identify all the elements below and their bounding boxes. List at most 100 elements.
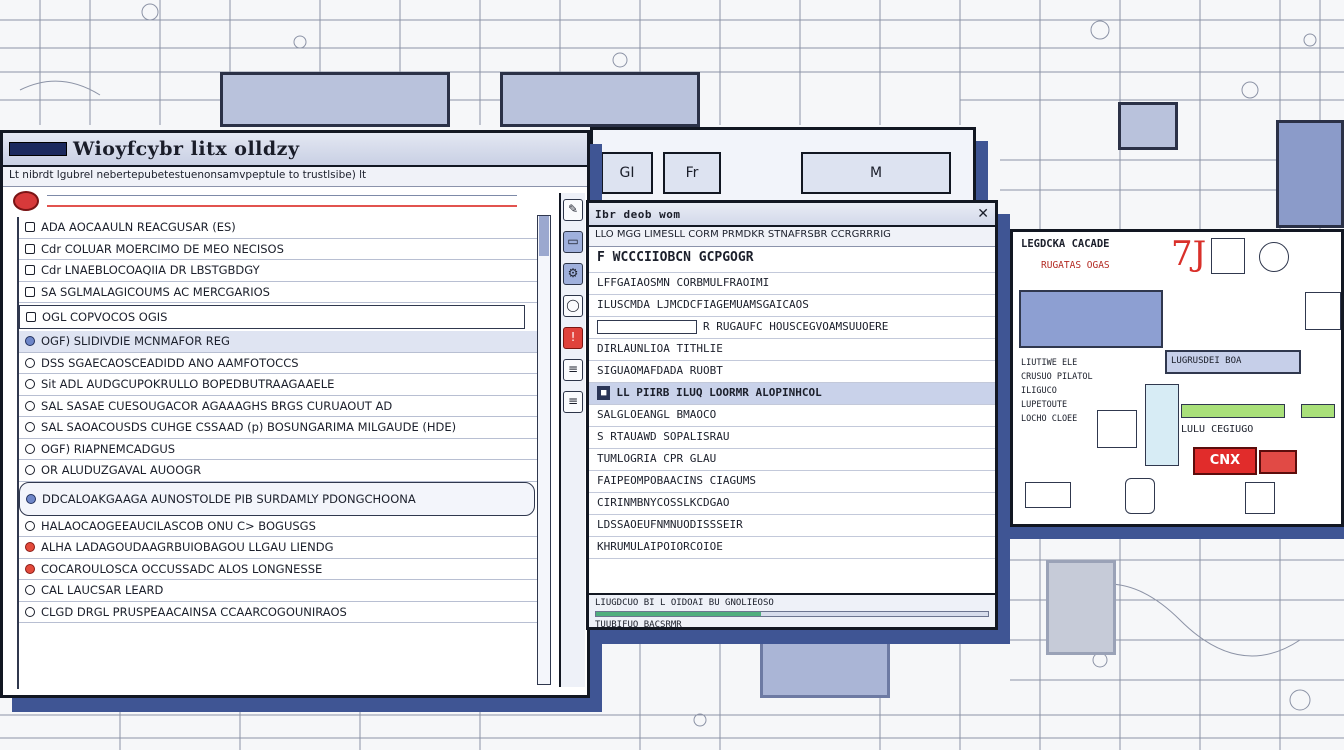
detail-row[interactable]: SALGLOEANGL BMAOCO	[589, 405, 995, 427]
list-item-label: OGF) RIAPNEMCADGUS	[41, 441, 176, 456]
thumbnail-label: Fr	[685, 165, 699, 181]
list-item-label: OR ALUDUZGAVAL AUOOGR	[41, 463, 202, 478]
detail-row[interactable]: SIGUAOMAFDADA RUOBT	[589, 361, 995, 383]
toggle-button[interactable]	[1025, 482, 1071, 508]
scrollbar-thumb[interactable]	[539, 216, 549, 256]
background-image-pane	[220, 72, 450, 127]
detail-row[interactable]: LDSSAOEUFNMNUODISSSEIR	[589, 515, 995, 537]
settings-panel[interactable]: LUGRUSDEI BOA	[1165, 350, 1301, 374]
list-item[interactable]: ILIGUCO	[1021, 384, 1133, 398]
chart-thumbnail[interactable]	[1097, 410, 1137, 448]
main-titlebar[interactable]: Wioyfcybr litx olldzy	[3, 133, 587, 167]
status-bar: LIUGDCUO BI L OIDOAI BU GNOLIEOSO TUUBIF…	[589, 593, 995, 630]
pen-icon[interactable]	[1125, 478, 1155, 514]
list-item[interactable]: ADA AOCAAULN REACGUSAR (ES)	[19, 217, 545, 239]
list-item[interactable]: OGL COPVOCOS OGIS	[19, 305, 525, 329]
device-icon[interactable]	[1245, 482, 1275, 514]
list-icon[interactable]: ≡	[563, 359, 583, 381]
menu-bar[interactable]: Lt nibrdt lgubrel nebertepubetestuenonsa…	[3, 167, 587, 187]
chart-thumbnail[interactable]	[1145, 384, 1179, 466]
list-item[interactable]: DSS SGAECAOSCEADIDD ANO AAMFOTOCCS	[19, 353, 545, 374]
list-item[interactable]: CRUSUO PILATOL	[1021, 370, 1133, 384]
list-item-label: CAL LAUCSAR LEARD	[41, 583, 164, 598]
list-item[interactable]: CAL LAUCSAR LEARD	[19, 580, 545, 602]
detail-row[interactable]: CIRINMBNYCOSSLKCDGAO	[589, 493, 995, 515]
back-window[interactable]: GI Fr M	[590, 127, 976, 207]
menu-bar[interactable]: LLO MGG LIMESLL CORM PRMDKR STNAFRSBR CC…	[589, 227, 995, 247]
list-item-label: DDCALOAKGAAGA AUNOSTOLDE PIB SURDAMLY PD…	[42, 491, 416, 506]
list-icon[interactable]: ≡	[563, 391, 583, 413]
alert-indicator[interactable]	[1259, 450, 1297, 474]
list-item-focused[interactable]: DDCALOAKGAAGA AUNOSTOLDE PIB SURDAMLY PD…	[19, 481, 535, 516]
detail-row[interactable]: TUMLOGRIA CPR GLAU	[589, 449, 995, 471]
list-item-label: COCAROULOSCA OCCUSSADC ALOS LONGNESSE	[41, 561, 323, 576]
list-item[interactable]: COCAROULOSCA OCCUSSADC ALOS LONGNESSE	[19, 559, 545, 580]
list-item-label: OGF) SLIDIVDIE MCNMAFOR REG	[41, 334, 230, 349]
row-marker-icon	[25, 542, 35, 553]
vertical-scrollbar[interactable]	[537, 215, 551, 685]
row-marker-icon	[25, 222, 35, 233]
close-icon[interactable]: ✕	[977, 206, 989, 222]
thumbnail[interactable]: GI	[601, 152, 653, 194]
detail-window[interactable]: Ibr deob wom ✕ LLO MGG LIMESLL CORM PRMD…	[586, 200, 998, 630]
gear-icon[interactable]: ⚙	[563, 263, 583, 285]
list-item-label: CLGD DRGL PRUSPEAACAINSA CCAARCOGOUNIRAO…	[41, 604, 347, 619]
main-window[interactable]: Wioyfcybr litx olldzy Lt nibrdt lgubrel …	[0, 130, 590, 698]
row-marker-icon	[25, 585, 35, 596]
selected-detail-row[interactable]: ■ LL PIIRB ILUQ LOORMR ALOPINHCOL	[589, 383, 995, 405]
folder-icon[interactable]: ▭	[563, 231, 583, 253]
list-item-label: OGL COPVOCOS OGIS	[42, 310, 168, 324]
detail-row-label: R RUGAUFC HOUSCEGVOAMSUUOERE	[703, 320, 889, 333]
search-icon[interactable]: ◯	[563, 295, 583, 317]
row-marker-icon	[25, 243, 35, 254]
background-image-pane	[1276, 120, 1344, 228]
list-item[interactable]: OGF) SLIDIVDIE MCNMAFOR REG	[19, 331, 545, 353]
detail-row[interactable]: FAIPEOMPOBAACINS CIAGUMS	[589, 471, 995, 493]
list-item[interactable]: OR ALUDUZGAVAL AUOOGR	[19, 460, 545, 482]
detail-titlebar[interactable]: Ibr deob wom ✕	[589, 203, 995, 227]
list-item[interactable]: LIUTIWE ELE	[1021, 356, 1133, 370]
list-item[interactable]: CLGD DRGL PRUSPEAACAINSA CCAARCOGOUNIRAO…	[19, 602, 545, 623]
list-item[interactable]: SAL SAOACOUSDS CUHGE CSSAAD (p) BOSUNGAR…	[19, 417, 545, 439]
device-icon[interactable]	[1211, 238, 1245, 274]
detail-row[interactable]: S RTAUAWD SOPALISRAU	[589, 427, 995, 449]
main-body: ADA AOCAAULN REACGUSAR (ES) Cdr COLUAR M…	[3, 189, 557, 689]
row-marker-icon	[25, 443, 35, 454]
thumbnail[interactable]: Fr	[663, 152, 721, 194]
list-item-label: Sit ADL AUDGCUPOKRULLO BOPEDBUTRAAGAAELE	[41, 377, 335, 392]
alert-icon[interactable]: !	[563, 327, 583, 349]
device-icon[interactable]	[1305, 292, 1341, 330]
dashboard-window[interactable]: LEGDCKA CACADE RUGATAS OGAS 7J LUGRUSDEI…	[1010, 229, 1344, 527]
detail-row[interactable]: F WCCCIIOBCN GCPGOGR	[589, 247, 995, 273]
text-field[interactable]	[597, 320, 697, 334]
row-marker-icon	[26, 312, 36, 322]
row-tag: ■	[597, 386, 611, 400]
detail-row[interactable]: R RUGAUFC HOUSCEGVOAMSUUOERE	[589, 317, 995, 339]
record-icon[interactable]	[13, 191, 39, 211]
list-item[interactable]: ALHA LADAGOUDAAGRBUIOBAGOU LLGAU LIENDG	[19, 537, 545, 559]
detail-row[interactable]: DIRLAUNLIOA TITHLIE	[589, 339, 995, 361]
list-item-label: HALAOCAOGEEAUCILASCOB ONU C> BOGUSGS	[41, 518, 316, 533]
record-list: ADA AOCAAULN REACGUSAR (ES) Cdr COLUAR M…	[17, 217, 545, 689]
list-item[interactable]: Sit ADL AUDGCUPOKRULLO BOPEDBUTRAAGAAELE	[19, 374, 545, 396]
camera-icon[interactable]	[1259, 242, 1289, 272]
background-image-pane	[1118, 102, 1178, 150]
detail-row[interactable]: KHRUMULAIPOIORCOIOE	[589, 537, 995, 559]
preview-panel[interactable]	[1019, 290, 1163, 348]
brand-logo: 7J	[1171, 234, 1207, 274]
list-item[interactable]: HALAOCAOGEEAUCILASCOB ONU C> BOGUSGS	[19, 516, 545, 537]
detail-row[interactable]: ILUSCMDA LJMCDCFIAGEMUAMSGAICAOS	[589, 295, 995, 317]
level-bar	[1181, 404, 1285, 418]
list-item-label: Cdr LNAEBLOCOAQIIA DR LBSTGBDGY	[41, 263, 260, 278]
list-item[interactable]: Cdr LNAEBLOCOAQIIA DR LBSTGBDGY	[19, 260, 545, 282]
detail-row[interactable]: LFFGAIAOSMN CORBMULFRAOIMI	[589, 273, 995, 295]
list-item-label: SAL SASAE CUESOUGACOR AGAAAGHS BRGS CURU…	[41, 398, 393, 413]
list-item[interactable]: SA SGLMALAGICOUMS AC MERCGARIOS	[19, 282, 545, 303]
pencil-icon[interactable]: ✎	[563, 199, 583, 221]
list-item[interactable]: SAL SASAE CUESOUGACOR AGAAAGHS BRGS CURU…	[19, 396, 545, 417]
row-marker-icon	[25, 336, 35, 347]
list-item[interactable]: Cdr COLUAR MOERCIMO DE MEO NECISOS	[19, 239, 545, 260]
thumbnail[interactable]: M	[801, 152, 951, 194]
alert-button[interactable]: CNX	[1193, 447, 1257, 475]
list-item[interactable]: OGF) RIAPNEMCADGUS	[19, 439, 545, 460]
